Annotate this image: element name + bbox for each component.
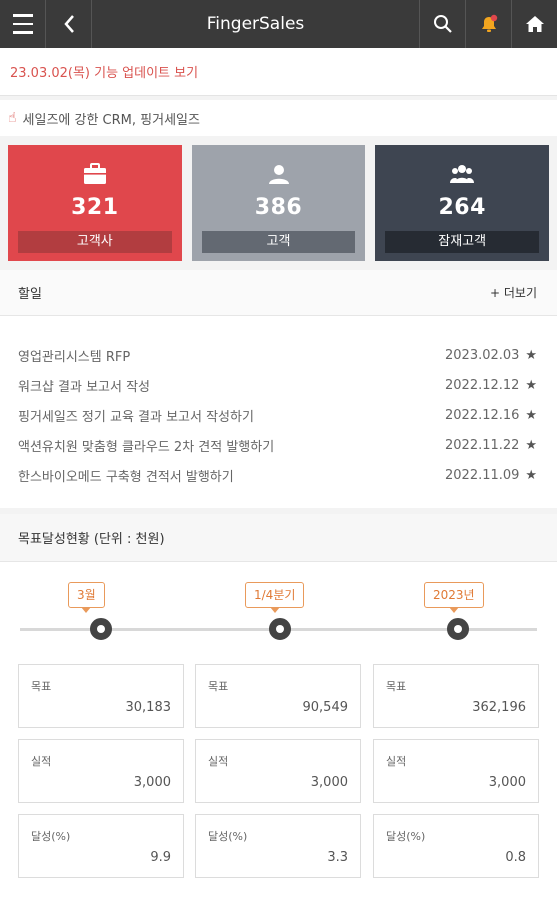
todo-item-text: 액션유치원 맞춤형 클라우드 2차 견적 발행하기 [18, 439, 275, 455]
notification-button[interactable] [465, 0, 511, 48]
goal-header: 목표달성현황 (단위 : 천원) [0, 514, 557, 562]
metric-label: 달성(%) [208, 830, 248, 843]
briefcase-icon [83, 163, 106, 184]
goal-actual-quarter: 실적 3,000 [195, 739, 361, 803]
metric-value: 3,000 [488, 775, 526, 790]
metric-value: 0.8 [505, 850, 526, 865]
accounts-count: 321 [71, 195, 119, 220]
back-button[interactable] [46, 0, 92, 48]
todo-header: 할일 + 더보기 [0, 270, 557, 316]
slogan-bar: ☝ 세일즈에 강한 CRM, 핑거세일즈 [0, 100, 557, 136]
todo-item[interactable]: 액션유치원 맞춤형 클라우드 2차 견적 발행하기 2022.11.22 ★ [0, 430, 557, 460]
leads-label: 잠재고객 [385, 231, 540, 253]
goal-title: 목표달성현황 (단위 : 천원) [18, 532, 165, 547]
todo-item[interactable]: 한스바이오메드 구축형 견적서 발행하기 2022.11.09 ★ [0, 460, 557, 490]
metric-label: 실적 [386, 755, 407, 768]
goal-actual-year: 실적 3,000 [373, 739, 539, 803]
goal-target-year: 목표 362,196 [373, 664, 539, 728]
todo-item-text: 핑거세일즈 정기 교육 결과 보고서 작성하기 [18, 409, 254, 425]
goal-section: 목표달성현황 (단위 : 천원) 3월 1/4분기 2023년 목표 30,18… [0, 514, 557, 900]
goal-actual-month: 실적 3,000 [18, 739, 184, 803]
chevron-left-icon [63, 15, 74, 33]
metric-label: 달성(%) [31, 830, 71, 843]
metric-value: 30,183 [125, 700, 172, 715]
metric-label: 목표 [208, 680, 229, 693]
todo-item-text: 영업관리시스템 RFP [18, 349, 131, 365]
pointing-hand-icon: ☝ [8, 110, 17, 126]
card-leads[interactable]: 264 잠재고객 [375, 145, 550, 261]
search-icon [433, 15, 452, 33]
metric-label: 실적 [208, 755, 229, 768]
accounts-label: 고객사 [18, 231, 172, 253]
home-button[interactable] [511, 0, 557, 48]
todo-item-text: 한스바이오메드 구축형 견적서 발행하기 [18, 469, 234, 485]
card-customers[interactable]: 386 고객 [191, 145, 366, 261]
goal-rate-year: 달성(%) 0.8 [373, 814, 539, 878]
metric-label: 목표 [31, 680, 52, 693]
timeline-dot-month[interactable] [90, 618, 112, 640]
star-icon[interactable]: ★ [521, 378, 537, 393]
timeline-dot-year[interactable] [447, 618, 469, 640]
metric-value: 3,000 [310, 775, 348, 790]
todo-list: 영업관리시스템 RFP 2023.02.03 ★ 워크샵 결과 보고서 작성 2… [0, 316, 557, 490]
person-icon [268, 165, 289, 184]
update-notice-text: 23.03.02(목) 기능 업데이트 보기 [10, 66, 199, 81]
top-app-bar: FingerSales [0, 0, 557, 48]
period-tag-quarter[interactable]: 1/4분기 [245, 582, 305, 613]
notification-bell-icon [481, 14, 497, 32]
customers-count: 386 [254, 195, 303, 220]
metric-value: 9.9 [150, 850, 171, 865]
slogan-text: 세일즈에 강한 CRM, 핑거세일즈 [22, 112, 200, 128]
todo-section: 할일 + 더보기 영업관리시스템 RFP 2023.02.03 ★ 워크샵 결과… [0, 270, 557, 508]
update-notice-link[interactable]: 23.03.02(목) 기능 업데이트 보기 [0, 48, 557, 96]
metric-label: 달성(%) [386, 830, 426, 843]
todo-item[interactable]: 워크샵 결과 보고서 작성 2022.12.12 ★ [0, 370, 557, 400]
goal-rate-month: 달성(%) 9.9 [18, 814, 184, 878]
star-icon[interactable]: ★ [521, 438, 537, 453]
metric-value: 3,000 [133, 775, 171, 790]
todo-item-date: 2022.11.09 [445, 467, 520, 483]
goal-target-month: 목표 30,183 [18, 664, 184, 728]
metric-value: 362,196 [472, 700, 526, 715]
group-icon [450, 165, 475, 183]
stat-cards: 321 고객사 386 고객 264 잠재고객 [8, 145, 550, 261]
customers-label: 고객 [201, 231, 356, 253]
metric-value: 3.3 [327, 850, 348, 865]
todo-item-date: 2022.11.22 [445, 437, 520, 453]
todo-item-date: 2022.12.16 [445, 407, 520, 423]
timeline-dot-quarter[interactable] [269, 618, 291, 640]
todo-item[interactable]: 영업관리시스템 RFP 2023.02.03 ★ [0, 340, 557, 370]
star-icon[interactable]: ★ [521, 468, 537, 483]
period-tag-year[interactable]: 2023년 [424, 582, 484, 613]
todo-item-date: 2022.12.12 [445, 377, 520, 393]
todo-item-text: 워크샵 결과 보고서 작성 [18, 379, 150, 395]
goal-rate-quarter: 달성(%) 3.3 [195, 814, 361, 878]
leads-count: 264 [438, 195, 486, 220]
card-accounts[interactable]: 321 고객사 [8, 145, 182, 261]
metric-value: 90,549 [302, 700, 349, 715]
metric-label: 실적 [31, 755, 52, 768]
home-icon [525, 16, 544, 32]
todo-more-link[interactable]: + 더보기 [490, 284, 537, 301]
app-title: FingerSales [206, 14, 305, 34]
todo-title: 할일 [18, 287, 42, 302]
period-tag-month[interactable]: 3월 [68, 582, 105, 613]
star-icon[interactable]: ★ [521, 408, 537, 423]
todo-item-date: 2023.02.03 [445, 347, 520, 363]
goal-target-quarter: 목표 90,549 [195, 664, 361, 728]
metric-label: 목표 [386, 680, 407, 693]
hamburger-menu-icon[interactable] [0, 0, 46, 48]
search-button[interactable] [419, 0, 465, 48]
star-icon[interactable]: ★ [521, 348, 537, 363]
todo-item[interactable]: 핑거세일즈 정기 교육 결과 보고서 작성하기 2022.12.16 ★ [0, 400, 557, 430]
